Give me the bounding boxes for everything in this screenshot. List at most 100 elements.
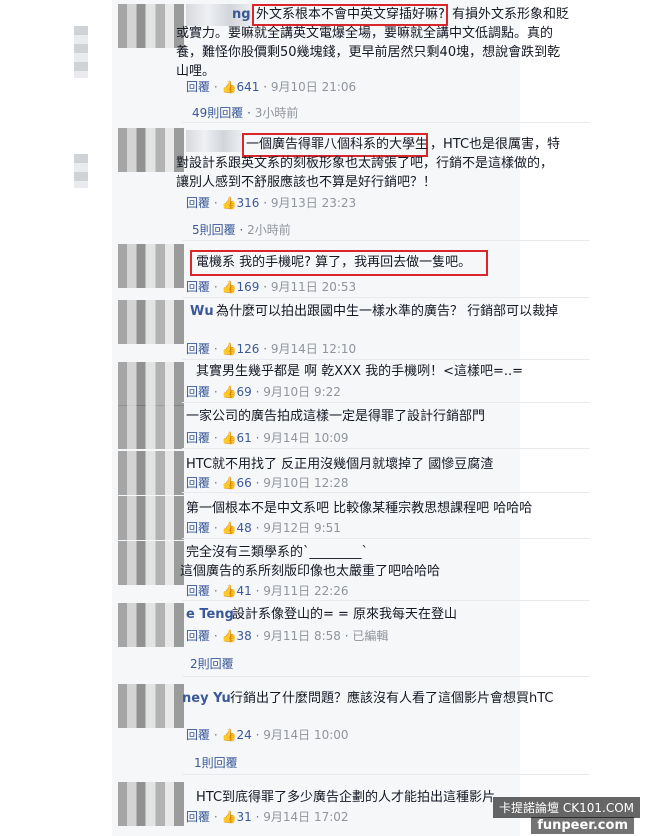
comment-date[interactable]: 9月11日 8:58 — [263, 629, 341, 643]
like-count[interactable]: 31 — [236, 810, 251, 824]
blurred-area — [74, 26, 88, 78]
commenter-name[interactable]: e Teng — [186, 607, 234, 622]
comment-text: 一家公司的廣告拍成這樣一定是得罪了設計行銷部門 — [186, 409, 486, 424]
commenter-name[interactable]: Wu — [190, 304, 214, 319]
view-replies-link[interactable]: 2則回覆 — [190, 655, 234, 672]
avatar[interactable] — [118, 128, 184, 172]
avatar[interactable] — [118, 684, 184, 728]
avatar[interactable] — [118, 362, 184, 406]
comment-date[interactable]: 9月12日 9:51 — [263, 521, 341, 535]
comment-meta: 回覆 · 👍38 · 9月11日 8:58 · 已編輯 — [186, 629, 389, 643]
comment-meta: 回覆 · 👍641 · 9月10日 21:06 — [186, 80, 357, 94]
comment-date[interactable]: 9月14日 10:09 — [263, 431, 348, 445]
reply-link[interactable]: 回覆 — [186, 342, 210, 356]
view-replies-link[interactable]: 49則回覆 · 3小時前 — [192, 104, 298, 121]
reply-link[interactable]: 回覆 — [186, 80, 210, 94]
avatar[interactable] — [118, 541, 184, 585]
comment-date[interactable]: 9月14日 10:00 — [263, 728, 348, 742]
like-count[interactable]: 169 — [236, 280, 259, 294]
comment-meta: 回覆 · 👍66 · 9月10日 12:28 — [186, 476, 349, 490]
comment-text: HTC就不用找了 反正用沒幾個月就壞掉了 國慘豆腐渣 — [186, 457, 494, 472]
thumbs-up-icon[interactable]: 👍 — [222, 431, 237, 445]
reply-link[interactable]: 回覆 — [186, 385, 210, 399]
comment-text: ，HTC也是很厲害，特 — [430, 137, 561, 152]
like-count[interactable]: 126 — [236, 342, 259, 356]
edited-label[interactable]: 已編輯 — [352, 629, 388, 643]
comment-meta: 回覆 · 👍316 · 9月13日 23:23 — [186, 196, 357, 210]
blurred-area — [74, 154, 88, 188]
comment-text: 設計系像登山的= = 原來我每天在登山 — [232, 607, 458, 622]
comment-date[interactable]: 9月10日 12:28 — [263, 476, 348, 490]
comment-text: 這個廣告的系所刻版印像也太嚴重了吧哈哈哈 — [180, 564, 441, 579]
reply-link[interactable]: 回覆 — [186, 431, 210, 445]
comment-text: 其實男生幾乎都是 啊 乾XXX 我的手機咧！<這樣吧=..= — [196, 364, 524, 379]
thumbs-up-icon[interactable]: 👍 — [222, 196, 237, 210]
avatar[interactable] — [118, 405, 184, 449]
comment-text: 完全沒有三類學系的`________` — [186, 545, 369, 560]
watermark-site: funpeer.com — [531, 817, 634, 834]
like-count[interactable]: 24 — [236, 728, 251, 742]
highlighted-text: 一個廣告得罪八個科系的大學生 — [246, 137, 429, 152]
like-count[interactable]: 641 — [236, 80, 259, 94]
comment-meta: 回覆 · 👍61 · 9月14日 10:09 — [186, 431, 349, 445]
like-count[interactable]: 66 — [236, 476, 251, 490]
comment-meta: 回覆 · 👍31 · 9月14日 17:02 — [186, 810, 349, 824]
highlighted-text: 電機系 我的手機呢? 算了，我再回去做一隻吧。 — [196, 255, 472, 270]
comment-meta: 回覆 · 👍48 · 9月12日 9:51 — [186, 521, 341, 535]
avatar[interactable] — [118, 451, 184, 495]
comment-date[interactable]: 9月11日 22:26 — [263, 584, 348, 598]
reply-link[interactable]: 回覆 — [186, 476, 210, 490]
comment-text: 讓別人感到不舒服應該也不算是好行銷吧？！ — [176, 175, 437, 190]
commenter-name[interactable]: ney Yu — [182, 691, 231, 706]
comment-text: HTC到底得罪了多少廣告企劃的人才能拍出這種影片 — [196, 790, 496, 805]
reply-link[interactable]: 回覆 — [186, 521, 210, 535]
reply-link[interactable]: 回覆 — [186, 810, 210, 824]
avatar[interactable] — [118, 244, 184, 288]
comment-date[interactable]: 9月10日 9:22 — [263, 385, 341, 399]
view-replies-link[interactable]: 1則回覆 — [194, 754, 238, 771]
comment-date[interactable]: 9月11日 20:53 — [271, 280, 356, 294]
avatar[interactable] — [118, 4, 184, 48]
thumbs-up-icon[interactable]: 👍 — [222, 385, 237, 399]
thumbs-up-icon[interactable]: 👍 — [222, 280, 237, 294]
thumbs-up-icon[interactable]: 👍 — [222, 728, 237, 742]
comment-text: 有損外文系形象和貶 — [452, 7, 570, 22]
thumbs-up-icon[interactable]: 👍 — [222, 476, 237, 490]
comment-text: 或實力。要嘛就全講英文電爆全場，要嘛就全講中文低調點。真的 — [176, 26, 554, 41]
view-replies-link[interactable]: 5則回覆 · 2小時前 — [192, 221, 291, 238]
thumbs-up-icon[interactable]: 👍 — [222, 810, 237, 824]
like-count[interactable]: 69 — [236, 385, 251, 399]
reply-link[interactable]: 回覆 — [186, 196, 210, 210]
highlighted-text: 外文系根本不會中英文穿插好嘛? — [256, 7, 445, 22]
thumbs-up-icon[interactable]: 👍 — [222, 629, 237, 643]
thumbs-up-icon[interactable]: 👍 — [222, 80, 237, 94]
reply-link[interactable]: 回覆 — [186, 629, 210, 643]
avatar[interactable] — [118, 603, 184, 647]
avatar[interactable] — [118, 782, 184, 826]
comment-date[interactable]: 9月10日 21:06 — [271, 80, 356, 94]
comment-text: 第一個根本不是中文系吧 比較像某種宗教思想課程吧 哈哈哈 — [186, 501, 533, 516]
like-count[interactable]: 61 — [236, 431, 251, 445]
avatar[interactable] — [118, 300, 184, 344]
thumbs-up-icon[interactable]: 👍 — [222, 342, 237, 356]
thumbs-up-icon[interactable]: 👍 — [222, 521, 237, 535]
comment-date[interactable]: 9月13日 23:23 — [271, 196, 356, 210]
comment-meta: 回覆 · 👍41 · 9月11日 22:26 — [186, 584, 349, 598]
commenter-name[interactable]: ng — [232, 7, 251, 22]
watermark: 卡提諾論壇 CK101.COM — [493, 797, 640, 818]
reply-link[interactable]: 回覆 — [186, 584, 210, 598]
comment-text: 行銷出了什麼問題？應該沒有人看了這個影片會想買hTC — [230, 691, 554, 706]
comment-meta: 回覆 · 👍126 · 9月14日 12:10 — [186, 342, 357, 356]
comment-date[interactable]: 9月14日 17:02 — [263, 810, 348, 824]
comment-meta: 回覆 · 👍169 · 9月11日 20:53 — [186, 280, 357, 294]
like-count[interactable]: 48 — [236, 521, 251, 535]
avatar[interactable] — [118, 496, 184, 540]
reply-link[interactable]: 回覆 — [186, 728, 210, 742]
like-count[interactable]: 316 — [236, 196, 259, 210]
reply-link[interactable]: 回覆 — [186, 280, 210, 294]
comment-date[interactable]: 9月14日 12:10 — [271, 342, 356, 356]
like-count[interactable]: 38 — [236, 629, 251, 643]
comment-meta: 回覆 · 👍24 · 9月14日 10:00 — [186, 728, 349, 742]
like-count[interactable]: 41 — [236, 584, 251, 598]
thumbs-up-icon[interactable]: 👍 — [222, 584, 237, 598]
